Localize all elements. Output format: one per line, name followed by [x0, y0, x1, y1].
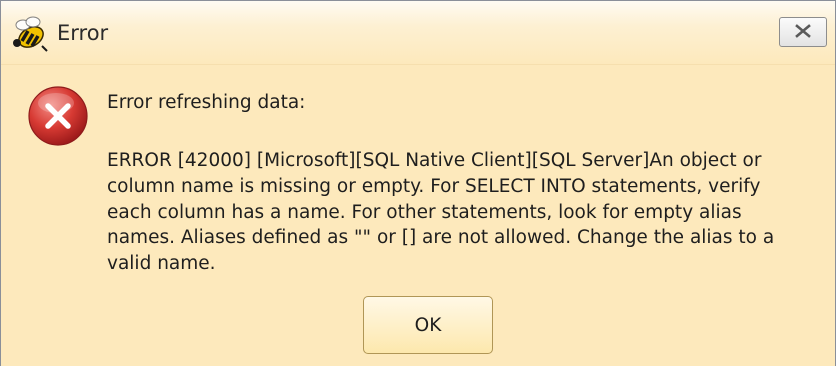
message-line: ERROR [42000] [Microsoft][SQL Native Cli… — [107, 150, 762, 171]
ok-button[interactable]: OK — [363, 296, 493, 354]
close-button[interactable] — [779, 17, 827, 47]
message-line: column name is missing or empty. For SEL… — [107, 175, 761, 197]
window-title: Error — [57, 21, 109, 45]
title-bar[interactable]: Error — [1, 1, 835, 65]
error-icon — [25, 83, 91, 149]
bee-icon — [9, 13, 49, 53]
error-heading: Error refreshing data: — [107, 92, 306, 113]
message-line: valid name. — [107, 253, 216, 275]
message-line: each column has a name. For other statem… — [107, 201, 742, 223]
error-dialog: Error Error refreshing data: ERROR [4200… — [0, 0, 836, 366]
error-message: ERROR [42000] [Microsoft][SQL Native Cli… — [107, 148, 827, 277]
close-icon — [794, 23, 812, 42]
message-line: names. Aliases defined as "" or [] are n… — [107, 227, 775, 249]
